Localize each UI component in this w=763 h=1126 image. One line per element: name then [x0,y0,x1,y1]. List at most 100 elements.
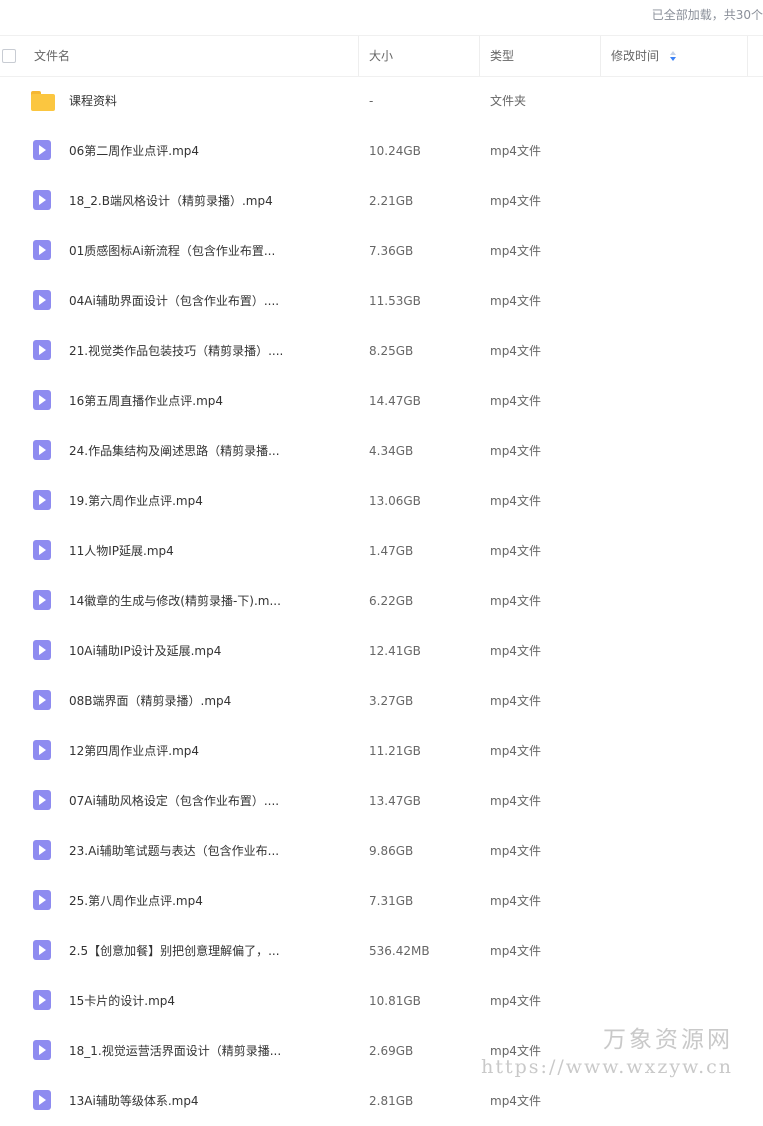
file-list-header: 文件名 大小 类型 修改时间 [0,35,763,77]
file-name[interactable]: 01质感图标Ai新流程（包含作业布置... [69,226,275,276]
file-name[interactable]: 14徽章的生成与修改(精剪录播-下).m... [69,576,281,626]
file-name[interactable]: 15卡片的设计.mp4 [69,976,175,1026]
file-row[interactable]: 24.作品集结构及阐述思路（精剪录播... 4.34GB mp4文件 [0,426,763,476]
file-name[interactable]: 23.Ai辅助笔试题与表达（包含作业布... [69,826,279,876]
video-icon [33,240,51,260]
file-size: 11.53GB [369,294,421,308]
load-status-text: 已全部加载，共30个 [651,8,763,22]
video-icon [33,840,51,860]
video-icon [33,790,51,810]
file-size: 536.42MB [369,944,430,958]
file-name[interactable]: 04Ai辅助界面设计（包含作业布置）.... [69,276,279,326]
file-row[interactable]: 13Ai辅助等级体系.mp4 2.81GB mp4文件 [0,1076,763,1126]
watermark-title: 万象资源网 [603,1027,733,1053]
file-type: mp4文件 [490,844,541,858]
file-type: mp4文件 [490,144,541,158]
file-size: 2.21GB [369,194,414,208]
file-name[interactable]: 12第四周作业点评.mp4 [69,726,199,776]
file-name[interactable]: 10Ai辅助IP设计及延展.mp4 [69,626,221,676]
file-name[interactable]: 18_1.视觉运营活界面设计（精剪录播... [69,1026,281,1076]
video-icon [33,890,51,910]
file-size: 13.06GB [369,494,421,508]
select-all-cell [0,36,26,76]
file-size: 7.36GB [369,244,414,258]
file-name[interactable]: 16第五周直播作业点评.mp4 [69,376,223,426]
file-row[interactable]: 14徽章的生成与修改(精剪录播-下).m... 6.22GB mp4文件 [0,576,763,626]
file-row[interactable]: 12第四周作业点评.mp4 11.21GB mp4文件 [0,726,763,776]
file-name[interactable]: 18_2.B端风格设计（精剪录播）.mp4 [69,176,273,226]
file-row[interactable]: 21.视觉类作品包装技巧（精剪录播）.... 8.25GB mp4文件 [0,326,763,376]
file-type: mp4文件 [490,294,541,308]
file-type: mp4文件 [490,194,541,208]
video-icon [33,440,51,460]
file-size: 10.24GB [369,144,421,158]
file-type: mp4文件 [490,244,541,258]
file-name[interactable]: 06第二周作业点评.mp4 [69,126,199,176]
file-size: - [369,94,374,108]
file-name[interactable]: 13Ai辅助等级体系.mp4 [69,1076,199,1126]
file-row[interactable]: 04Ai辅助界面设计（包含作业布置）.... 11.53GB mp4文件 [0,276,763,326]
select-all-checkbox[interactable] [2,49,16,63]
file-row[interactable]: 08B端界面（精剪录播）.mp4 3.27GB mp4文件 [0,676,763,726]
video-icon [33,990,51,1010]
file-name[interactable]: 08B端界面（精剪录播）.mp4 [69,676,231,726]
file-size: 10.81GB [369,994,421,1008]
video-icon [33,190,51,210]
video-icon [33,390,51,410]
file-name[interactable]: 11人物IP延展.mp4 [69,526,174,576]
column-header-name[interactable]: 文件名 [34,36,357,76]
file-type: mp4文件 [490,994,541,1008]
file-type: mp4文件 [490,744,541,758]
file-size: 7.31GB [369,894,414,908]
file-row[interactable]: 07Ai辅助风格设定（包含作业布置）.... 13.47GB mp4文件 [0,776,763,826]
file-row[interactable]: 2.5【创意加餐】别把创意理解偏了，... 536.42MB mp4文件 [0,926,763,976]
file-name[interactable]: 19.第六周作业点评.mp4 [69,476,203,526]
file-name[interactable]: 课程资料 [69,76,117,126]
column-header-mtime[interactable]: 修改时间 [600,36,747,76]
column-header-type[interactable]: 类型 [479,36,600,76]
column-header-spacer [747,36,763,76]
file-type: mp4文件 [490,944,541,958]
file-row[interactable]: 01质感图标Ai新流程（包含作业布置... 7.36GB mp4文件 [0,226,763,276]
file-row[interactable]: 16第五周直播作业点评.mp4 14.47GB mp4文件 [0,376,763,426]
file-row[interactable]: 25.第八周作业点评.mp4 7.31GB mp4文件 [0,876,763,926]
file-size: 8.25GB [369,344,414,358]
file-row[interactable]: 06第二周作业点评.mp4 10.24GB mp4文件 [0,126,763,176]
file-type: 文件夹 [490,94,527,108]
file-row[interactable]: 11人物IP延展.mp4 1.47GB mp4文件 [0,526,763,576]
file-type: mp4文件 [490,594,541,608]
video-icon [33,590,51,610]
file-size: 3.27GB [369,694,414,708]
file-name[interactable]: 21.视觉类作品包装技巧（精剪录播）.... [69,326,283,376]
video-icon [33,1040,51,1060]
file-name[interactable]: 07Ai辅助风格设定（包含作业布置）.... [69,776,279,826]
watermark-url: https://www.wxzyw.cn [481,1056,733,1078]
file-size: 11.21GB [369,744,421,758]
file-name[interactable]: 2.5【创意加餐】别把创意理解偏了，... [69,926,280,976]
video-icon [33,640,51,660]
file-size: 2.69GB [369,1044,414,1058]
file-row[interactable]: 课程资料 - 文件夹 [0,76,763,126]
folder-icon [31,91,55,111]
column-header-mtime-label: 修改时间 [611,49,660,63]
watermark: 万象资源网 https://www.wxzyw.cn [481,1020,733,1078]
file-row[interactable]: 15卡片的设计.mp4 10.81GB mp4文件 [0,976,763,1026]
file-name[interactable]: 25.第八周作业点评.mp4 [69,876,203,926]
file-row[interactable]: 23.Ai辅助笔试题与表达（包含作业布... 9.86GB mp4文件 [0,826,763,876]
file-size: 1.47GB [369,544,414,558]
video-icon [33,290,51,310]
sort-icon[interactable] [669,50,678,63]
column-header-size[interactable]: 大小 [358,36,478,76]
file-name[interactable]: 24.作品集结构及阐述思路（精剪录播... [69,426,280,476]
video-icon [33,540,51,560]
video-icon [33,740,51,760]
file-type: mp4文件 [490,394,541,408]
video-icon [33,1090,51,1110]
file-row[interactable]: 19.第六周作业点评.mp4 13.06GB mp4文件 [0,476,763,526]
video-icon [33,490,51,510]
file-row[interactable]: 18_2.B端风格设计（精剪录播）.mp4 2.21GB mp4文件 [0,176,763,226]
file-type: mp4文件 [490,1094,541,1108]
file-row[interactable]: 10Ai辅助IP设计及延展.mp4 12.41GB mp4文件 [0,626,763,676]
video-icon [33,940,51,960]
file-size: 9.86GB [369,844,414,858]
